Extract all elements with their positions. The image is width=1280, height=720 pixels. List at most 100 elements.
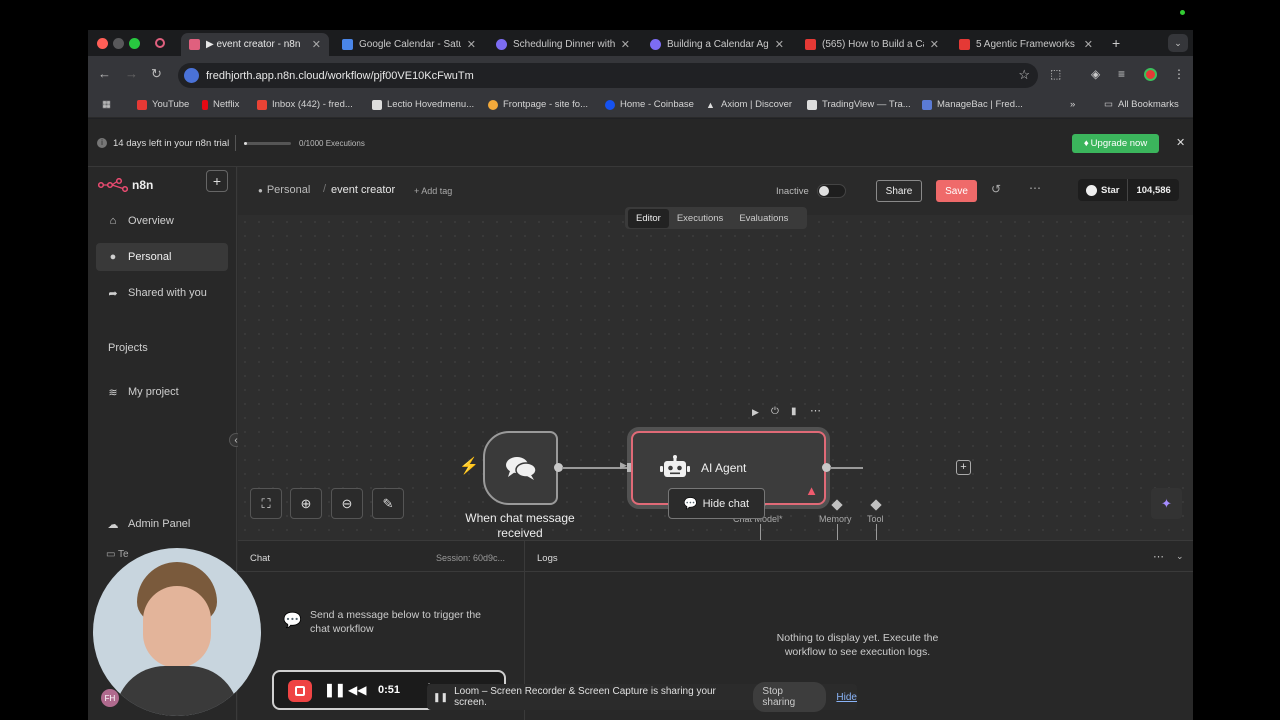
trial-banner: i 14 days left in your n8n trial 0/1000 … xyxy=(88,119,1193,167)
stop-sharing-button[interactable]: Stop sharing xyxy=(753,682,827,712)
sidebar-item-overview[interactable]: ⌂ Overview xyxy=(96,207,228,235)
upgrade-now-button[interactable]: ♦ Upgrade now xyxy=(1072,134,1159,153)
coinbase-icon xyxy=(605,99,615,110)
maximize-window-button[interactable] xyxy=(129,38,140,49)
tab-youtube-video[interactable]: (565) How to Build a Ca ✕ xyxy=(797,33,947,56)
hide-share-bar-button[interactable]: Hide xyxy=(836,692,857,703)
webcam-bubble[interactable] xyxy=(93,548,261,716)
new-tab-button[interactable]: + xyxy=(1112,35,1120,51)
node-more-icon[interactable]: ⋯ xyxy=(810,404,821,417)
tab-agentic-frameworks[interactable]: 5 Agentic Frameworks ✕ xyxy=(951,33,1101,56)
close-tab-icon[interactable]: ✕ xyxy=(1084,38,1093,51)
close-tab-icon[interactable]: ✕ xyxy=(775,38,784,51)
trigger-bolt-icon: ⚡ xyxy=(459,458,479,475)
connection-line xyxy=(562,467,629,469)
github-star-button[interactable]: Star 104,586 xyxy=(1078,179,1179,201)
collapse-panel-icon[interactable]: ⌄ xyxy=(1176,551,1184,562)
chat-bubbles-icon xyxy=(505,457,537,480)
memory-handle[interactable] xyxy=(831,499,843,511)
sidebar-item-shared[interactable]: ➦ Shared with you xyxy=(96,279,228,307)
tab-search-button[interactable]: ⌄ xyxy=(1168,34,1188,52)
bookmark-axiom[interactable]: ▲ Axiom | Discover xyxy=(706,99,792,110)
bookmark-inbox[interactable]: Inbox (442) - fred... xyxy=(257,99,353,110)
reload-icon[interactable]: ↻ xyxy=(151,66,162,82)
rewind-icon[interactable]: ◀◀ xyxy=(348,683,366,697)
close-tab-icon[interactable]: ✕ xyxy=(312,38,321,51)
tab-google-calendar[interactable]: Google Calendar - Saturday ✕ xyxy=(334,33,484,56)
bookmark-netflix[interactable]: Netflix xyxy=(202,99,239,110)
extensions-icon[interactable]: ⬚ xyxy=(1050,67,1061,81)
tab-event-creator[interactable]: ▶ event creator - n8n ✕ xyxy=(181,33,329,56)
share-button[interactable]: Share xyxy=(876,180,922,202)
media-icon[interactable]: ≡ xyxy=(1118,67,1125,81)
avatar[interactable]: FH xyxy=(101,689,119,707)
close-banner-icon[interactable]: ✕ xyxy=(1176,136,1185,149)
tab-evaluations[interactable]: Evaluations xyxy=(731,209,796,228)
sidebar-item-my-project[interactable]: ≋ My project xyxy=(96,378,228,406)
more-options-icon[interactable]: ⋯ xyxy=(1029,181,1041,195)
forward-icon[interactable]: → xyxy=(125,66,138,81)
all-bookmarks[interactable]: ▭ All Bookmarks xyxy=(1104,99,1179,110)
tool-handle[interactable] xyxy=(870,499,882,511)
delete-node-icon[interactable]: ▮ xyxy=(791,406,797,417)
screen: ▶ event creator - n8n ✕ Google Calendar … xyxy=(0,0,1280,720)
sidebar-item-personal[interactable]: ● Personal xyxy=(96,243,228,271)
extension-icon[interactable]: ◈ xyxy=(1091,67,1100,81)
minimize-window-button[interactable] xyxy=(113,38,124,49)
create-new-button[interactable]: + xyxy=(206,170,228,192)
hide-chat-button[interactable]: 💬 Hide chat xyxy=(668,488,765,519)
ai-assistant-button[interactable]: ✦ xyxy=(1151,488,1182,519)
more-bookmarks-icon[interactable]: » xyxy=(1070,99,1075,110)
lectio-icon xyxy=(372,99,382,110)
bookmark-managebac[interactable]: ManageBac | Fred... xyxy=(922,99,1023,110)
add-next-node-button[interactable]: + xyxy=(956,460,971,475)
tab-executions[interactable]: Executions xyxy=(669,209,731,228)
back-icon[interactable]: ← xyxy=(98,66,111,81)
bookmark-coinbase[interactable]: Home - Coinbase xyxy=(605,99,694,110)
recording-icon xyxy=(155,38,165,48)
home-icon: ⌂ xyxy=(109,215,117,227)
breadcrumb-owner[interactable]: ● Personal xyxy=(258,184,310,196)
sidebar-item-admin-panel[interactable]: ☁ Admin Panel xyxy=(96,510,228,538)
close-tab-icon[interactable]: ✕ xyxy=(467,38,476,51)
workflow-name[interactable]: event creator xyxy=(331,184,395,196)
bookmark-frontpage[interactable]: Frontpage - site fo... xyxy=(488,99,588,110)
tab-scheduling-dinner[interactable]: Scheduling Dinner with ✕ xyxy=(488,33,638,56)
tab-building-calendar-agent[interactable]: Building a Calendar Agent ✕ xyxy=(642,33,792,56)
active-toggle[interactable] xyxy=(817,184,846,198)
zoom-to-fit-button[interactable]: ⛶ xyxy=(250,488,282,519)
logs-more-icon[interactable]: ⋯ xyxy=(1153,550,1164,563)
zoom-out-button[interactable]: ⊖ xyxy=(331,488,363,519)
warning-icon: ▲ xyxy=(805,483,818,498)
execute-node-icon[interactable]: ▶ xyxy=(752,407,759,418)
bookmark-tradingview[interactable]: TradingView — Tra... xyxy=(807,99,911,110)
save-button[interactable]: Save xyxy=(936,180,977,202)
menu-icon[interactable]: ⋮ xyxy=(1173,67,1185,81)
deactivate-node-icon[interactable]: ⏻ xyxy=(771,406,779,417)
screen-share-bar: ❚❚ Loom – Screen Recorder & Screen Captu… xyxy=(427,682,857,712)
site-info-icon[interactable] xyxy=(184,68,199,83)
history-icon[interactable]: ↺ xyxy=(991,182,1001,196)
connection-arrow-icon: ▶ xyxy=(620,460,627,470)
close-tab-icon[interactable]: ✕ xyxy=(621,38,630,51)
close-window-button[interactable] xyxy=(97,38,108,49)
address-bar[interactable]: fredhjorth.app.n8n.cloud/workflow/pjf00V… xyxy=(178,63,1038,88)
pause-icon[interactable]: ❚❚ xyxy=(324,682,346,698)
chat-trigger-node[interactable] xyxy=(483,431,558,505)
apps-icon[interactable]: ▦ xyxy=(102,99,111,110)
profile-avatar[interactable] xyxy=(1144,68,1157,81)
tab-editor[interactable]: Editor xyxy=(628,208,669,228)
zoom-in-button[interactable]: ⊕ xyxy=(290,488,322,519)
stop-recording-button[interactable] xyxy=(288,680,312,702)
close-tab-icon[interactable]: ✕ xyxy=(930,38,939,51)
bookmark-star-icon[interactable]: ☆ xyxy=(1018,67,1030,83)
ai-agent-label: AI Agent xyxy=(701,461,747,475)
tradingview-icon xyxy=(807,99,817,110)
browser-toolbar: ← → ↻ fredhjorth.app.n8n.cloud/workflow/… xyxy=(88,56,1193,94)
bookmark-lectio[interactable]: Lectio Hovedmenu... xyxy=(372,99,474,110)
tidy-up-button[interactable]: ✎ xyxy=(372,488,404,519)
calendar-favicon-icon xyxy=(342,39,353,50)
add-tag-button[interactable]: + Add tag xyxy=(414,186,452,196)
bookmark-youtube[interactable]: YouTube xyxy=(137,99,189,110)
session-id[interactable]: Session: 60d9c... xyxy=(436,553,505,563)
